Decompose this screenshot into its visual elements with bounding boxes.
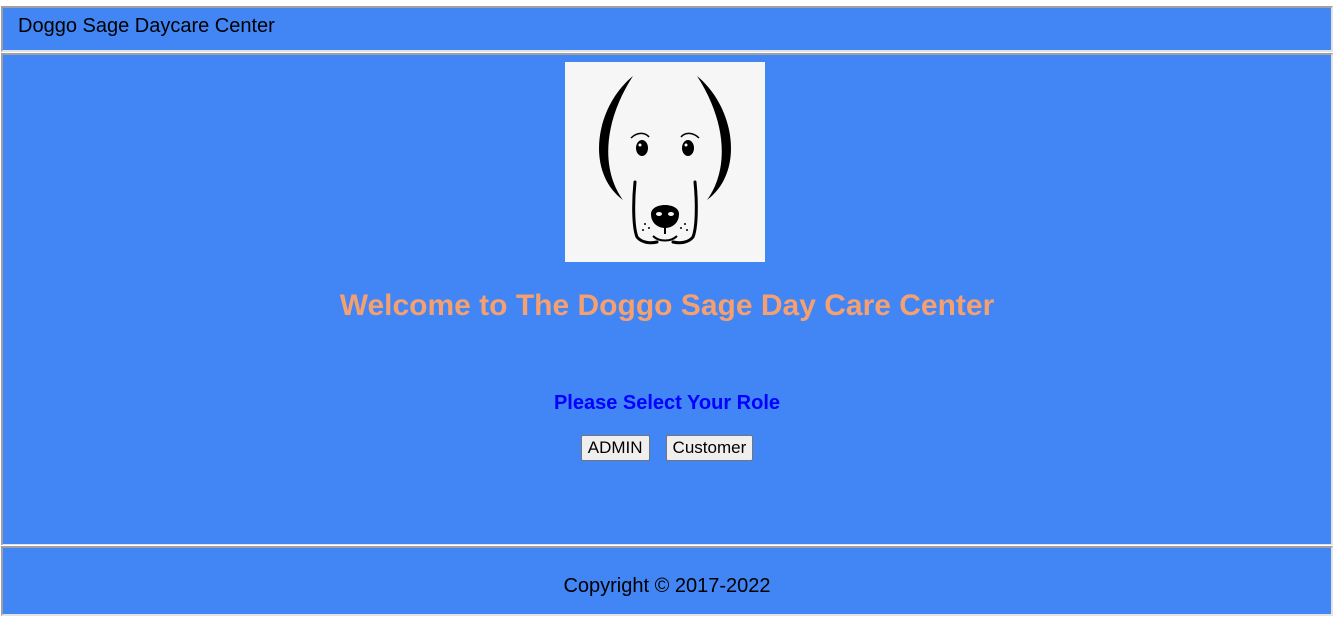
customer-button[interactable]: Customer xyxy=(665,435,754,461)
role-button-group: ADMIN Customer xyxy=(3,435,1331,461)
main-panel: Welcome to The Doggo Sage Day Care Cente… xyxy=(1,53,1333,546)
copyright-text: Copyright © 2017-2022 xyxy=(563,575,771,597)
footer-frame: Copyright © 2017-2022 xyxy=(0,545,1334,617)
dog-logo xyxy=(565,62,765,262)
main-frame: Welcome to The Doggo Sage Day Care Cente… xyxy=(0,52,1334,547)
dog-face-icon xyxy=(599,76,731,245)
admin-button[interactable]: ADMIN xyxy=(580,435,650,461)
site-title: Doggo Sage Daycare Center xyxy=(18,15,275,37)
role-prompt: Please Select Your Role xyxy=(553,392,781,414)
header-frame: Doggo Sage Daycare Center xyxy=(0,5,1334,53)
welcome-heading: Welcome to The Doggo Sage Day Care Cente… xyxy=(339,289,995,322)
header-panel: Doggo Sage Daycare Center xyxy=(1,6,1333,52)
footer-panel: Copyright © 2017-2022 xyxy=(1,546,1333,616)
